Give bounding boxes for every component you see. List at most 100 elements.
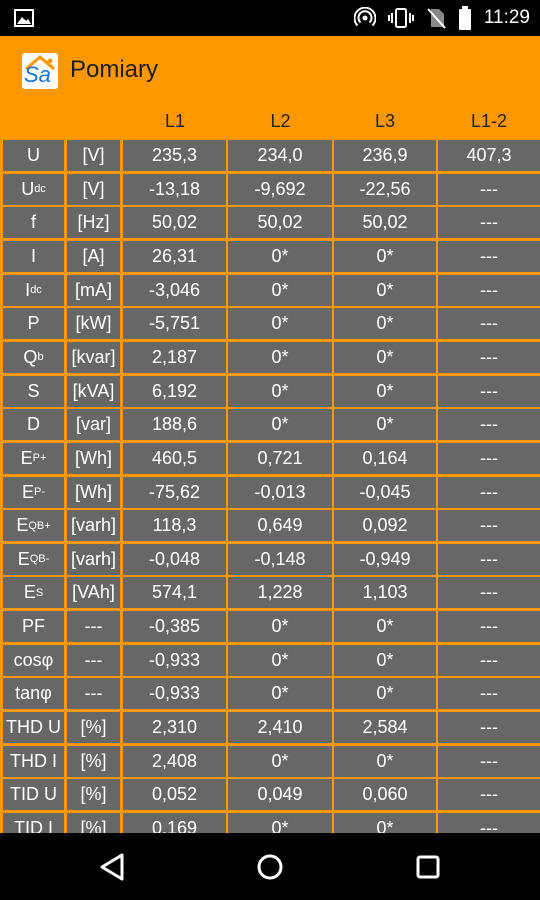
unit-cell: [V] [67,173,120,205]
l12-value-cell: 407,3 [438,140,540,171]
l3-value-cell: 0* [334,274,436,306]
l3-value-cell: 0* [334,375,436,407]
l1-value-cell: 2,310 [123,712,226,744]
parameter-name-cell: P [3,308,64,340]
clock: 11:29 [483,7,530,28]
parameter-name-cell: I [3,240,64,272]
l12-value-cell: --- [438,240,540,272]
l3-value-cell: 0,060 [334,779,436,811]
parameter-symbol: E [17,548,30,569]
unit-cell: [varh] [67,510,120,542]
l3-value-cell: -0,045 [334,476,436,508]
parameter-symbol: S [27,380,40,401]
l12-value-cell: --- [438,745,540,777]
table-row: Udc [V] -13,18 -9,692 -22,56 --- [0,172,540,206]
unit-cell: [VAh] [67,577,120,609]
l12-value-cell: --- [438,375,540,407]
navigation-bar [0,833,540,900]
recents-icon[interactable] [410,849,446,885]
parameter-subscript: QB- [29,553,50,566]
table-row: E QB+ [varh] 118,3 0,649 0,092 --- [0,508,540,542]
l1-value-cell: 0,169 [123,813,226,833]
l12-value-cell: --- [438,543,540,575]
parameter-symbol: E [20,447,33,468]
unit-cell: --- [67,644,120,676]
l3-value-cell: 0* [334,678,436,710]
unit-cell: [A] [67,240,120,272]
l2-value-cell: 0* [228,308,332,340]
parameter-symbol: THD U [6,717,61,738]
l2-value-cell: 50,02 [228,207,332,239]
table-row: f [Hz] 50,02 50,02 50,02 --- [0,205,540,239]
l1-value-cell: 6,192 [123,375,226,407]
l1-value-cell: 2,187 [123,341,226,373]
parameter-subscript: dc [30,284,42,297]
l1-value-cell: 188,6 [123,409,226,441]
table-row: THD I [%] 2,408 0* 0* --- [0,744,540,778]
column-header-row: L1 L2 L3 L1-2 [0,104,540,138]
parameter-subscript: dc [34,183,46,196]
parameter-name-cell: f [3,207,64,239]
table-row: tanφ --- -0,933 0* 0* --- [0,676,540,710]
parameter-name-cell: PF [3,611,64,643]
table-row: E S [VAh] 574,1 1,228 1,103 --- [0,575,540,609]
table-row: TID U [%] 0,052 0,049 0,060 --- [0,777,540,811]
parameter-symbol: cosφ [13,649,54,670]
l2-value-cell: 0* [228,240,332,272]
l12-value-cell: --- [438,442,540,474]
l1-value-cell: -0,933 [123,644,226,676]
l12-value-cell: --- [438,678,540,710]
l12-value-cell: --- [438,476,540,508]
column-header-l1: L1 [164,111,186,131]
parameter-name-cell: E QB+ [3,510,64,542]
l2-value-cell: 0* [228,813,332,833]
l1-value-cell: 460,5 [123,442,226,474]
table-row: Idc [mA] -3,046 0* 0* --- [0,273,540,307]
unit-cell: [varh] [67,543,120,575]
l2-value-cell: 0* [228,341,332,373]
parameter-name-cell: tanφ [3,678,64,710]
l2-value-cell: 234,0 [228,140,332,171]
table-row: cosφ --- -0,933 0* 0* --- [0,643,540,677]
l12-value-cell: --- [438,611,540,643]
parameter-symbol: U [21,178,35,199]
parameter-symbol: D [27,414,40,435]
back-icon[interactable] [94,849,130,885]
home-icon[interactable] [252,849,288,885]
l3-value-cell: 0,164 [334,442,436,474]
l1-value-cell: 50,02 [123,207,226,239]
l2-value-cell: 0* [228,745,332,777]
l2-value-cell: 0* [228,678,332,710]
l2-value-cell: 0,049 [228,779,332,811]
unit-cell: [%] [67,712,120,744]
image-icon [14,9,34,27]
table-row: I [A] 26,31 0* 0* --- [0,239,540,273]
unit-cell: [V] [67,140,120,171]
parameter-symbol: E [21,481,34,502]
table-row: P [kW] -5,751 0* 0* --- [0,306,540,340]
l3-value-cell: 2,584 [334,712,436,744]
l1-value-cell: -13,18 [123,173,226,205]
l1-value-cell: -0,933 [123,678,226,710]
l1-value-cell: 0,052 [123,779,226,811]
table-row: D [var] 188,6 0* 0* --- [0,407,540,441]
l3-value-cell: 236,9 [334,140,436,171]
l12-value-cell: --- [438,207,540,239]
l2-value-cell: 1,228 [228,577,332,609]
l12-value-cell: --- [438,577,540,609]
status-bar: 11:29 [0,0,540,36]
unit-cell: [%] [67,813,120,833]
l3-value-cell: -22,56 [334,173,436,205]
measurement-table[interactable]: U [V] 235,3 234,0 236,9 407,3 Udc [V] -13,18 -9,6… [0,138,540,833]
parameter-name-cell: ES [3,577,64,609]
l3-value-cell: 0* [334,240,436,272]
parameter-symbol: tanφ [15,683,52,704]
unit-cell: --- [67,611,120,643]
l12-value-cell: --- [438,173,540,205]
parameter-symbol: P [27,313,40,334]
parameter-name-cell: E P- [3,476,64,508]
unit-cell: [var] [67,409,120,441]
l3-value-cell: 0* [334,409,436,441]
l2-value-cell: -0,148 [228,543,332,575]
table-row: E QB- [varh] -0,048 -0,148 -0,949 --- [0,542,540,576]
